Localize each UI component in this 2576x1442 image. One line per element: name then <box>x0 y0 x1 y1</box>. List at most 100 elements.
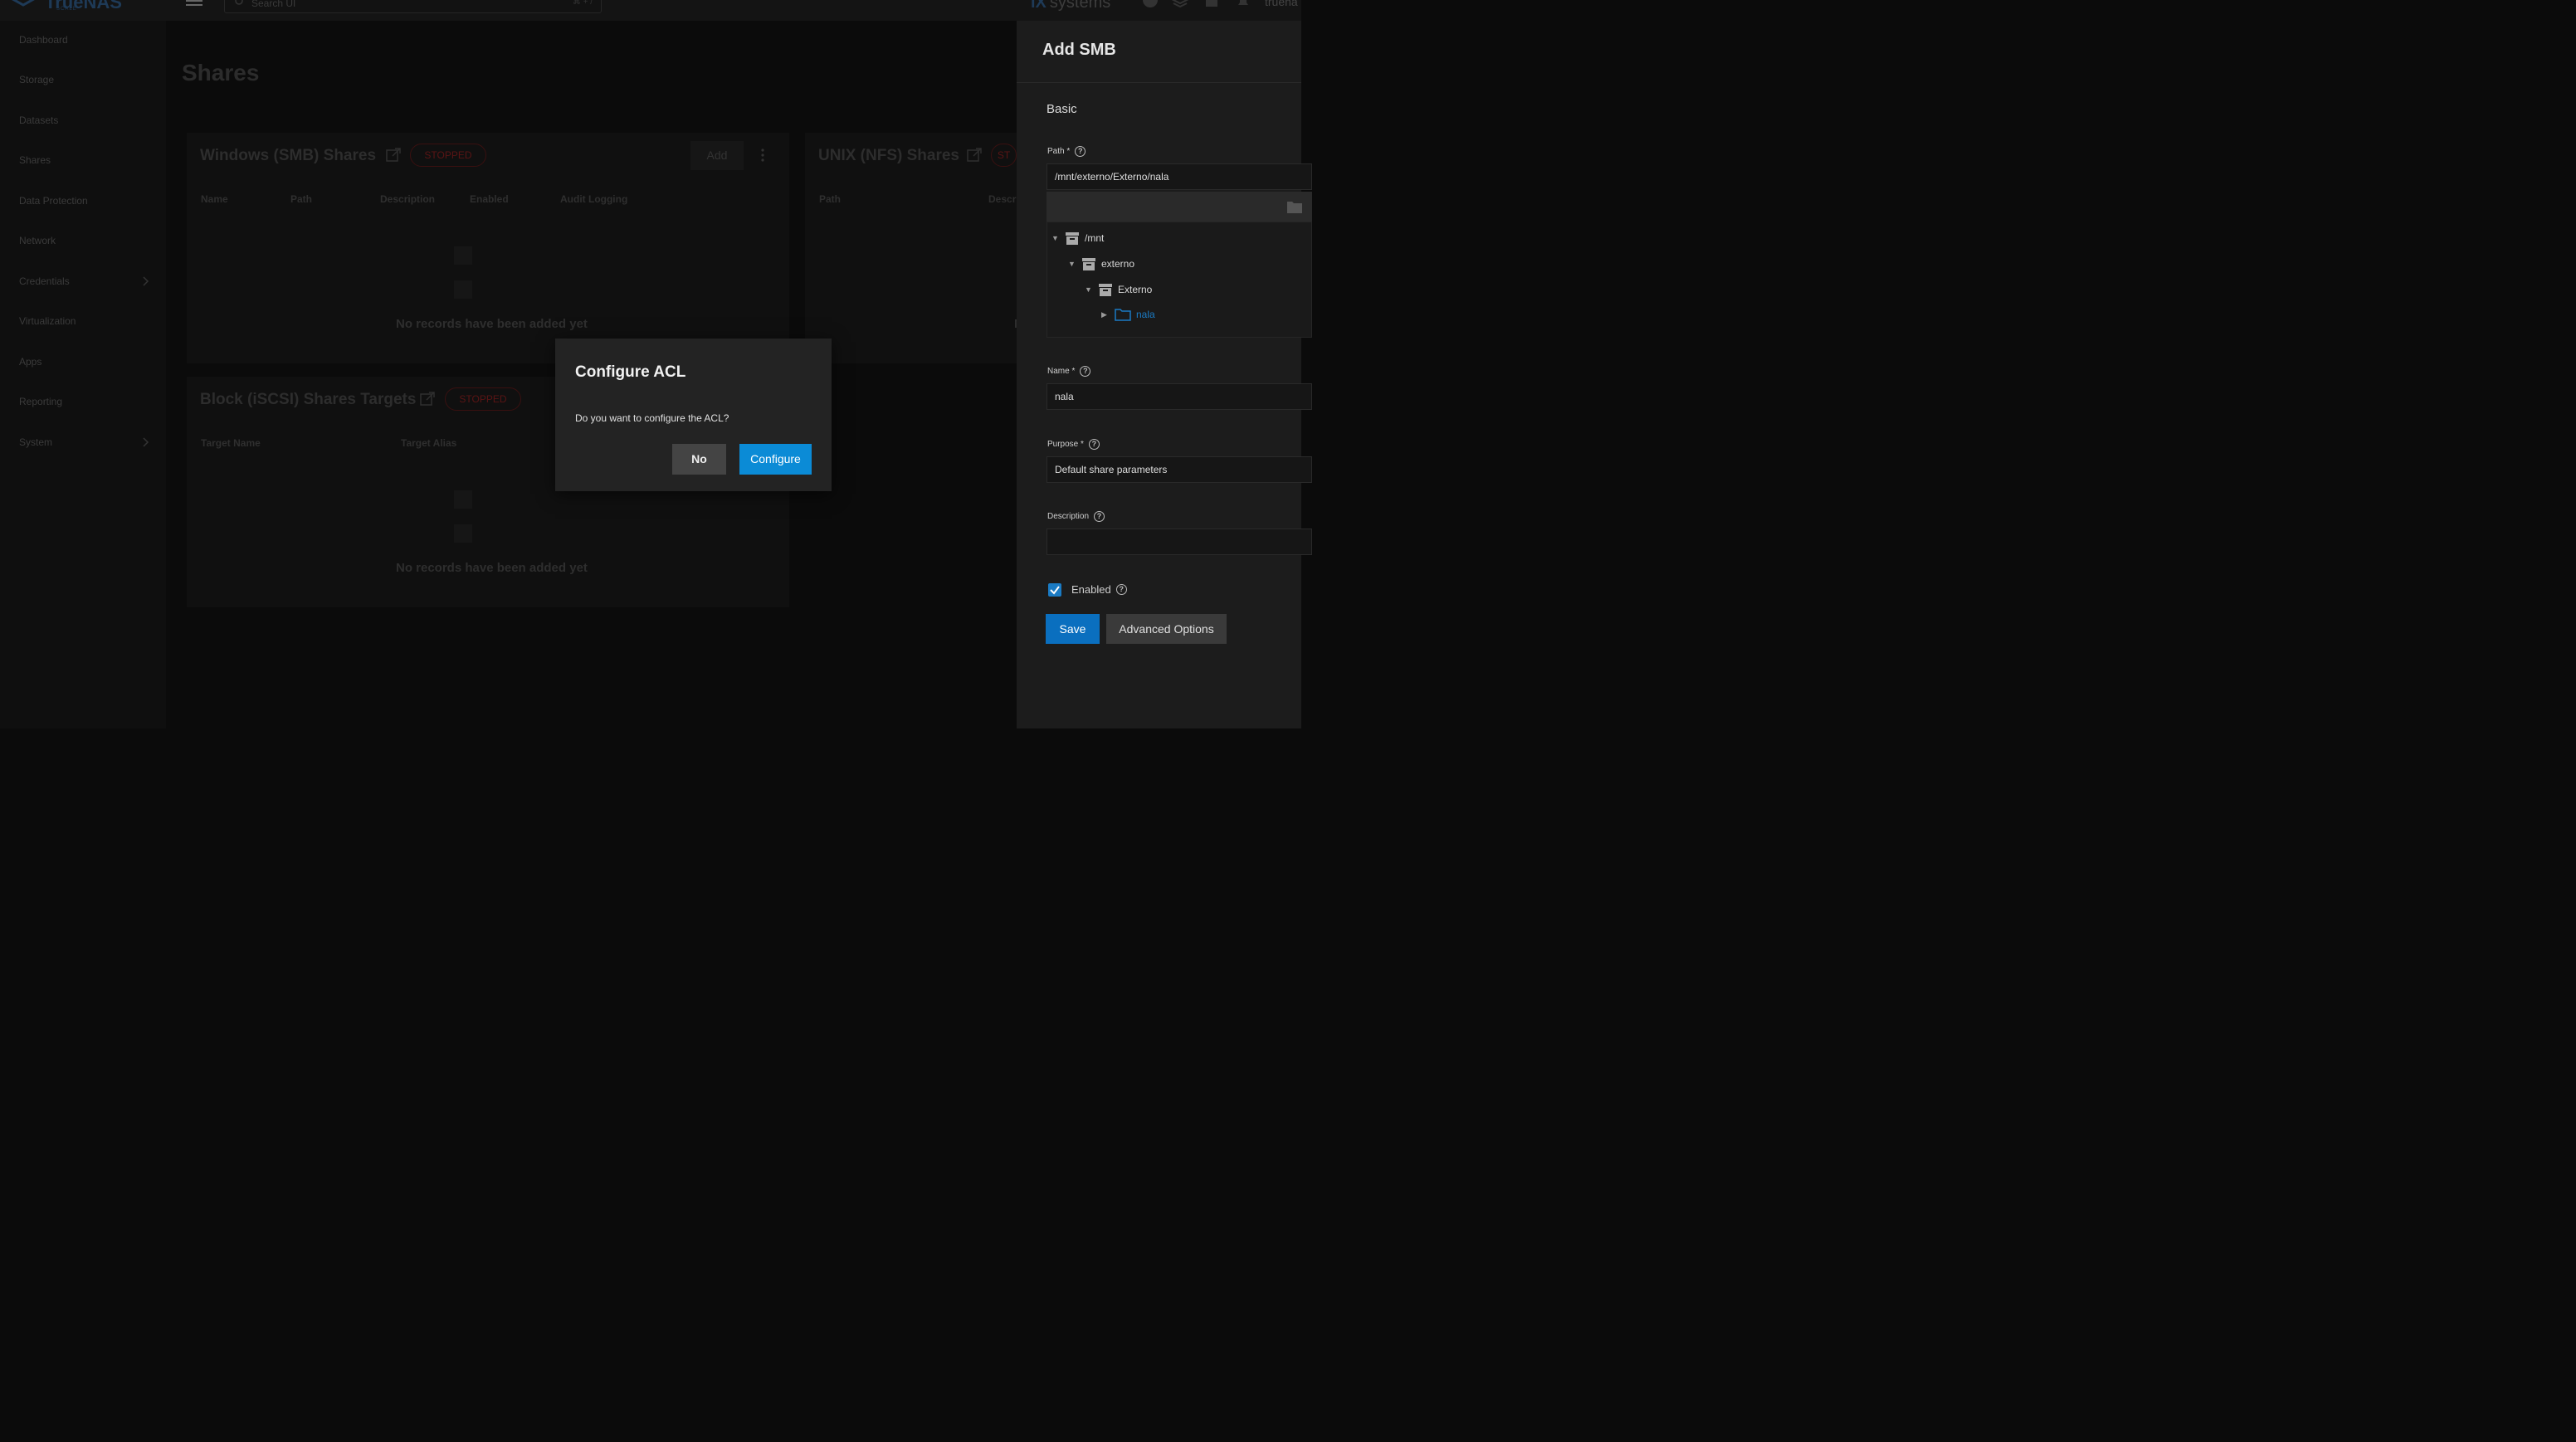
panel-title: Add SMB <box>1042 41 1116 59</box>
status-badge: ST <box>991 144 1017 167</box>
bell-icon[interactable] <box>1235 0 1251 8</box>
expand-icon[interactable]: ▼ <box>1085 285 1093 294</box>
sidebar-item-dashboard[interactable]: Dashboard <box>19 34 68 46</box>
dataset-icon <box>1099 284 1112 296</box>
sidebar-item-storage[interactable]: Storage <box>19 74 54 85</box>
expand-icon[interactable]: ▼ <box>1051 234 1060 242</box>
chevron-right-icon <box>143 437 149 447</box>
clipboard-icon[interactable] <box>1203 0 1220 8</box>
collapse-icon[interactable]: ▶ <box>1101 310 1110 319</box>
check-icon <box>1050 586 1060 595</box>
folder-icon <box>1115 309 1131 321</box>
dialog-title: Configure ACL <box>575 363 686 381</box>
column-header-target-name[interactable]: Target Name <box>201 437 261 449</box>
purpose-select[interactable]: Default share parameters <box>1046 456 1312 483</box>
sidebar-item-reporting[interactable]: Reporting <box>19 396 62 407</box>
add-smb-button[interactable]: Add <box>690 141 744 170</box>
enabled-label: Enabled ? <box>1071 583 1127 596</box>
help-icon[interactable]: ? <box>1075 146 1086 157</box>
menu-toggle-icon[interactable] <box>186 0 202 8</box>
truenas-logo[interactable]: TrueNAS SCALE <box>5 0 122 12</box>
tree-node-label: /mnt <box>1085 232 1105 244</box>
truecommand-icon[interactable] <box>1142 0 1159 8</box>
status-badge: STOPPED <box>410 144 486 167</box>
enabled-label-text: Enabled <box>1071 583 1111 596</box>
column-header-name[interactable]: Name <box>201 193 228 205</box>
column-header-target-alias[interactable]: Target Alias <box>401 437 456 449</box>
sidebar-item-network[interactable]: Network <box>19 235 56 246</box>
create-folder-icon[interactable] <box>1287 200 1302 213</box>
external-link-icon[interactable] <box>420 392 435 407</box>
ix-logo-text: iX <box>1031 0 1046 12</box>
dataset-icon <box>1082 258 1095 270</box>
column-header-path[interactable]: Path <box>819 193 841 205</box>
sidebar-item-virtualization[interactable]: Virtualization <box>19 315 76 327</box>
column-header-enabled[interactable]: Enabled <box>470 193 509 205</box>
truenas-logo-icon <box>12 0 35 7</box>
chevron-right-icon <box>143 276 149 286</box>
tree-node-nala[interactable]: ▶ nala <box>1101 308 1155 321</box>
sidebar-item-credentials[interactable]: Credentials <box>19 275 70 287</box>
enabled-checkbox[interactable] <box>1048 583 1061 597</box>
dialog-message: Do you want to configure the ACL? <box>575 412 729 424</box>
nfs-shares-card: UNIX (NFS) Shares ST Path Descri N <box>805 133 1023 363</box>
tree-node-label: nala <box>1136 309 1155 320</box>
ix-systems-logo[interactable]: iX systems <box>1031 0 1110 12</box>
tree-node-externo-sub[interactable]: ▼ Externo <box>1085 282 1152 297</box>
expand-icon[interactable]: ▼ <box>1068 260 1076 268</box>
column-header-path[interactable]: Path <box>290 193 312 205</box>
path-label: Path * ? <box>1047 146 1086 157</box>
tree-toolbar <box>1046 192 1312 222</box>
purpose-label-text: Purpose * <box>1047 440 1084 449</box>
ix-systems-text: systems <box>1049 0 1111 12</box>
iscsi-card-title: Block (iSCSI) Shares Targets <box>200 391 417 408</box>
tree-node-externo[interactable]: ▼ externo <box>1068 256 1134 271</box>
description-label: Description ? <box>1047 511 1105 522</box>
add-smb-panel: Add SMB Basic Path * ? /mnt/externo/Exte… <box>1017 21 1312 728</box>
layers-icon[interactable] <box>1172 0 1188 8</box>
external-link-icon[interactable] <box>967 148 982 163</box>
help-icon[interactable]: ? <box>1080 366 1091 377</box>
help-icon[interactable]: ? <box>1115 584 1127 595</box>
save-button[interactable]: Save <box>1046 614 1100 644</box>
path-input[interactable]: /mnt/externo/Externo/nala <box>1046 163 1312 190</box>
advanced-options-button[interactable]: Advanced Options <box>1106 614 1227 644</box>
smb-card-title: Windows (SMB) Shares <box>200 147 377 164</box>
nfs-card-title: UNIX (NFS) Shares <box>818 147 959 164</box>
smb-shares-card: Windows (SMB) Shares STOPPED Add Name Pa… <box>187 133 789 363</box>
search-icon <box>235 0 243 5</box>
column-header-description[interactable]: Descri <box>988 193 1019 205</box>
purpose-label: Purpose * ? <box>1047 439 1100 450</box>
sidebar-item-apps[interactable]: Apps <box>19 356 41 368</box>
username[interactable]: truena <box>1265 0 1298 8</box>
sidebar-item-datasets[interactable]: Datasets <box>19 114 58 126</box>
sidebar-item-data-protection[interactable]: Data Protection <box>19 195 88 207</box>
no-button[interactable]: No <box>672 444 726 475</box>
external-link-icon[interactable] <box>386 148 401 163</box>
name-label-text: Name * <box>1047 367 1076 376</box>
empty-placeholder-icon <box>454 246 472 265</box>
search-shortcut: ⌘ + / <box>572 0 593 7</box>
column-header-audit-logging[interactable]: Audit Logging <box>560 193 627 205</box>
search-input[interactable]: Search UI ⌘ + / <box>224 0 602 13</box>
help-icon[interactable]: ? <box>1088 439 1100 450</box>
sidebar-item-shares[interactable]: Shares <box>19 154 51 166</box>
empty-message: No records have been added yet <box>396 317 588 331</box>
description-input[interactable] <box>1046 529 1312 555</box>
sidebar-item-system[interactable]: System <box>19 436 52 448</box>
tree-node-mnt[interactable]: ▼ /mnt <box>1051 231 1104 246</box>
column-header-description[interactable]: Description <box>380 193 435 205</box>
empty-placeholder-icon <box>454 280 472 299</box>
top-bar: TrueNAS SCALE Search UI ⌘ + / iX systems … <box>0 0 1301 21</box>
help-icon[interactable]: ? <box>1094 511 1105 522</box>
name-label: Name * ? <box>1047 366 1091 377</box>
divider <box>1017 82 1301 83</box>
description-label-text: Description <box>1047 512 1090 521</box>
name-input[interactable]: nala <box>1046 383 1312 410</box>
page-title: Shares <box>182 60 260 85</box>
tree-node-label: externo <box>1101 258 1135 270</box>
more-vert-icon[interactable] <box>760 148 765 163</box>
configure-acl-dialog: Configure ACL Do you want to configure t… <box>555 339 832 491</box>
configure-button[interactable]: Configure <box>739 444 812 475</box>
tree-node-label: Externo <box>1118 284 1153 295</box>
